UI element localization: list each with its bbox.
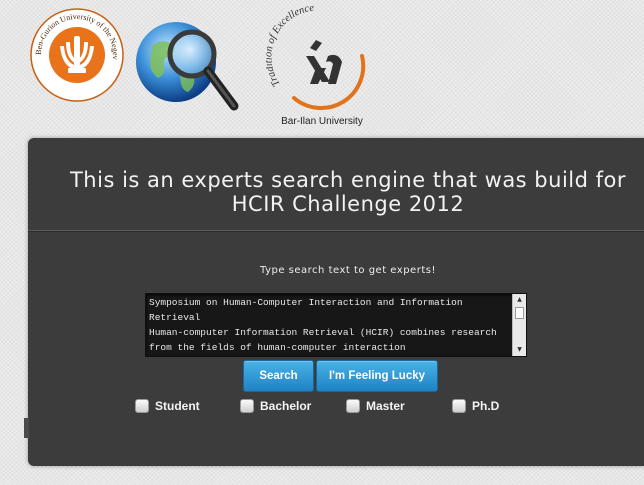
bar-ilan-emblem-icon: Tradition of Excellence [263, 3, 366, 110]
bachelor-label: Bachelor [260, 399, 312, 413]
panel-edge [24, 418, 29, 438]
biu-arc-path: Tradition of Excellence [263, 3, 315, 89]
biu-name-label: Bar-Ilan University [281, 116, 363, 127]
scroll-down-icon[interactable]: ▼ [513, 344, 526, 356]
checkbox-box[interactable] [135, 399, 149, 413]
search-query-text[interactable]: Symposium on Human-Computer Interaction … [149, 295, 509, 355]
phd-label: Ph.D [472, 399, 500, 413]
bar-ilan-university-logo: Tradition of Excellence Bar-Ilan Univers… [263, 3, 378, 130]
search-textarea[interactable]: Symposium on Human-Computer Interaction … [145, 293, 527, 357]
scroll-up-icon[interactable]: ▲ [513, 294, 526, 306]
textarea-scrollbar[interactable]: ▲ ▼ [512, 294, 526, 356]
search-button[interactable]: Search [243, 360, 314, 392]
logo-bar: Ben-Gurion University of the Negev Tra o… [0, 0, 644, 135]
divider [28, 230, 644, 232]
page-title: This is an experts search engine that wa… [28, 168, 644, 216]
checkbox-box[interactable] [346, 399, 360, 413]
degree-filters: Student Bachelor Master Ph.D [28, 398, 644, 418]
globe-magnifier-icon [136, 22, 239, 111]
checkbox-box[interactable] [240, 399, 254, 413]
scroll-thumb[interactable] [515, 307, 524, 319]
title-line-2: HCIR Challenge 2012 [231, 192, 465, 216]
student-label: Student [155, 399, 200, 413]
feeling-lucky-button[interactable]: I'm Feeling Lucky [316, 360, 438, 392]
master-label: Master [366, 399, 405, 413]
title-line-1: This is an experts search engine that wa… [69, 168, 626, 192]
checkbox-box[interactable] [452, 399, 466, 413]
hebrew-letters-icon [306, 40, 342, 84]
biu-arc-text: Tradition of Excellence [266, 6, 315, 88]
ben-gurion-university-logo: Ben-Gurion University of the Negev [30, 8, 124, 102]
search-panel: This is an experts search engine that wa… [28, 138, 644, 466]
search-hint: Type search text to get experts! [260, 265, 436, 276]
